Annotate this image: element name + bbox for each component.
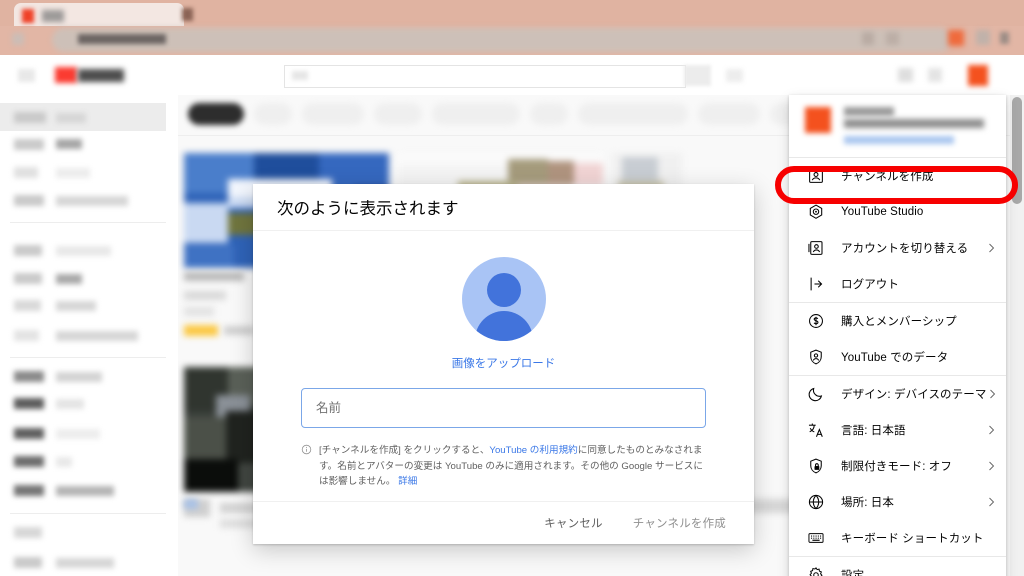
learn-more-link[interactable]: 詳細 bbox=[398, 476, 417, 487]
default-person-avatar-icon bbox=[461, 257, 546, 341]
legal-part1: [チャンネルを作成] をクリックすると、 bbox=[319, 445, 490, 456]
avatar-preview bbox=[301, 257, 706, 341]
terms-link[interactable]: YouTube の利用規約 bbox=[489, 445, 577, 456]
dialog-title: 次のように表示されます bbox=[253, 184, 754, 231]
avatar-body bbox=[474, 311, 533, 341]
create-channel-dialog: 次のように表示されます 画像をアップロード [チャンネルを作 bbox=[253, 184, 754, 544]
dialog-footer: キャンセル チャンネルを作成 bbox=[253, 501, 754, 544]
create-channel-button[interactable]: チャンネルを作成 bbox=[621, 507, 738, 539]
cancel-button[interactable]: キャンセル bbox=[532, 507, 615, 539]
legal-text: [チャンネルを作成] をクリックすると、YouTube の利用規約に同意したもの… bbox=[319, 443, 706, 490]
screen: チャンネルを作成 YouTube Studio アカウントを切り替える ログアウ… bbox=[0, 0, 1024, 576]
avatar-head bbox=[486, 273, 521, 307]
channel-name-input[interactable] bbox=[301, 388, 706, 428]
info-circle-icon bbox=[301, 444, 312, 455]
upload-image-link[interactable]: 画像をアップロード bbox=[301, 355, 706, 371]
dialog-body: 画像をアップロード [チャンネルを作成] をクリックすると、YouTube の利… bbox=[253, 231, 754, 501]
legal-notice: [チャンネルを作成] をクリックすると、YouTube の利用規約に同意したもの… bbox=[301, 443, 706, 490]
